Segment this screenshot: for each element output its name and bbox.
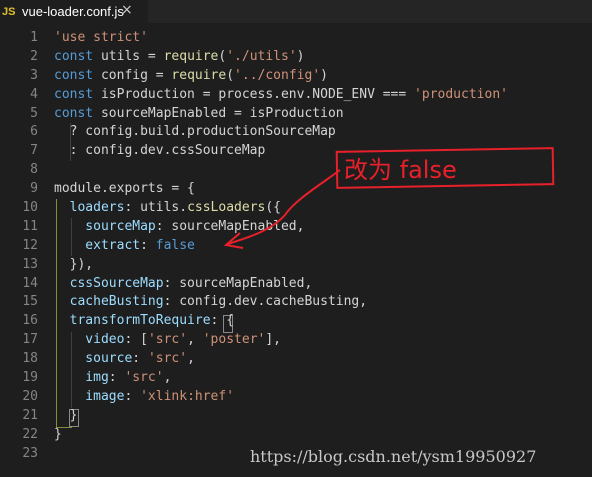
annotation-arrow	[227, 169, 341, 245]
annotation-text: 改为 false	[344, 156, 457, 184]
watermark: https://blog.csdn.net/ysm19950927	[250, 447, 537, 466]
handwritten-annotation: 改为 false	[223, 147, 555, 249]
